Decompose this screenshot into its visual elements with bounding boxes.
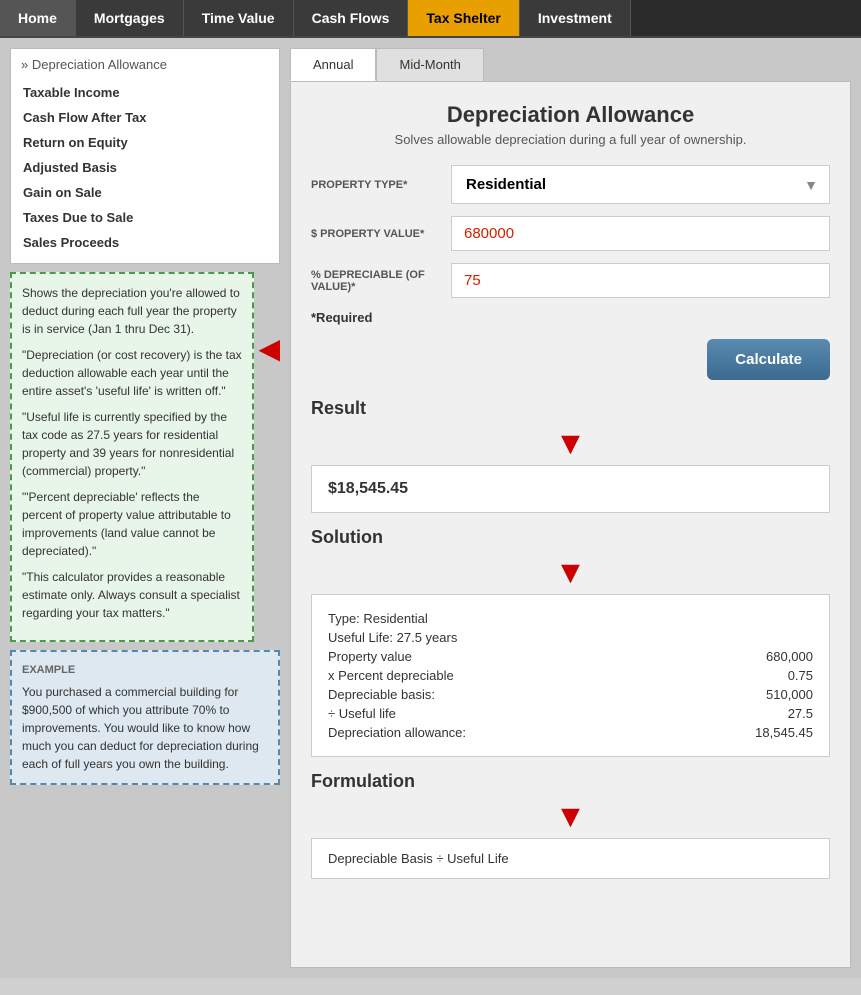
depreciable-row: % DEPRECIABLE (OF VALUE)* (311, 263, 830, 298)
example-label: EXAMPLE (22, 662, 268, 679)
info-paragraph: "'Percent depreciable' reflects the perc… (22, 488, 242, 560)
depreciable-input-wrap (451, 263, 830, 298)
solution-row: Depreciable basis:510,000 (328, 685, 813, 704)
property-value-row: $ PROPERTY VALUE* (311, 216, 830, 251)
sidebar-menu: » Depreciation Allowance Taxable IncomeC… (10, 48, 280, 264)
nav-tab-investment[interactable]: Investment (520, 0, 631, 36)
sidebar-item-adjusted-basis[interactable]: Adjusted Basis (21, 155, 269, 180)
property-type-label: PROPERTY TYPE* (311, 179, 441, 191)
calculate-button[interactable]: Calculate (707, 339, 830, 380)
formula-text: Depreciable Basis ÷ Useful Life (328, 851, 509, 866)
sidebar: » Depreciation Allowance Taxable IncomeC… (10, 48, 280, 968)
solution-row-value: 18,545.45 (733, 725, 813, 740)
solution-row-value: 0.75 (733, 668, 813, 683)
required-note: *Required (311, 310, 830, 325)
info-paragraph: "Depreciation (or cost recovery) is the … (22, 346, 242, 400)
sidebar-item-sales-proceeds[interactable]: Sales Proceeds (21, 230, 269, 255)
sidebar-menu-header: » Depreciation Allowance (21, 57, 269, 72)
solution-row-value (733, 611, 813, 626)
solution-rows: Type: Residential Useful Life: 27.5 years… (328, 609, 813, 742)
example-box: EXAMPLE You purchased a commercial build… (10, 650, 280, 785)
sidebar-item-cash-flow-after-tax[interactable]: Cash Flow After Tax (21, 105, 269, 130)
main-layout: » Depreciation Allowance Taxable IncomeC… (0, 38, 861, 978)
solution-row: Property value680,000 (328, 647, 813, 666)
solution-row-label: ÷ Useful life (328, 706, 733, 721)
property-type-select-wrapper[interactable]: Residential Commercial (451, 165, 830, 204)
tab-bar: AnnualMid-Month (290, 48, 851, 81)
nav-tab-time-value[interactable]: Time Value (184, 0, 294, 36)
example-text: You purchased a commercial building for … (22, 683, 268, 773)
sidebar-item-return-on-equity[interactable]: Return on Equity (21, 130, 269, 155)
nav-tab-tax-shelter[interactable]: Tax Shelter (408, 0, 519, 36)
property-value-input[interactable] (451, 216, 830, 251)
result-arrow-row: ▼ (311, 427, 830, 459)
property-type-select[interactable]: Residential Commercial (451, 165, 830, 204)
left-arrow-icon: ◀ (258, 332, 280, 365)
solution-row-label: Type: Residential (328, 611, 733, 626)
formula-box: Depreciable Basis ÷ Useful Life (311, 838, 830, 879)
info-paragraph: "Useful life is currently specified by t… (22, 408, 242, 480)
nav-tab-cash-flows[interactable]: Cash Flows (294, 0, 409, 36)
solution-row: Type: Residential (328, 609, 813, 628)
tab-annual[interactable]: Annual (290, 48, 376, 81)
result-arrow-icon: ▼ (555, 427, 587, 459)
solution-section-label: Solution (311, 527, 830, 548)
result-section-label: Result (311, 398, 830, 419)
solution-row-value: 27.5 (733, 706, 813, 721)
info-paragraph: Shows the depreciation you're allowed to… (22, 284, 242, 338)
result-box: $18,545.45 (311, 465, 830, 513)
property-type-input-wrap: Residential Commercial (451, 165, 830, 204)
formulation-arrow-icon: ▼ (555, 800, 587, 832)
solution-row: ÷ Useful life27.5 (328, 704, 813, 723)
solution-row: x Percent depreciable0.75 (328, 666, 813, 685)
property-value-input-wrap (451, 216, 830, 251)
tab-mid-month[interactable]: Mid-Month (376, 48, 483, 81)
property-type-row: PROPERTY TYPE* Residential Commercial (311, 165, 830, 204)
solution-arrow-icon: ▼ (555, 556, 587, 588)
solution-row-label: Property value (328, 649, 733, 664)
content-area: AnnualMid-Month Depreciation Allowance S… (290, 48, 851, 968)
info-paragraphs: Shows the depreciation you're allowed to… (22, 284, 242, 622)
formulation-arrow-row: ▼ (311, 800, 830, 832)
depreciable-input[interactable] (451, 263, 830, 298)
solution-row-label: x Percent depreciable (328, 668, 733, 683)
sidebar-menu-items: Taxable IncomeCash Flow After TaxReturn … (21, 80, 269, 255)
card-title: Depreciation Allowance (311, 102, 830, 128)
solution-row-label: Depreciable basis: (328, 687, 733, 702)
solution-row-value: 510,000 (733, 687, 813, 702)
solution-row-value: 680,000 (733, 649, 813, 664)
sidebar-item-taxes-due-to-sale[interactable]: Taxes Due to Sale (21, 205, 269, 230)
info-box: Shows the depreciation you're allowed to… (10, 272, 254, 642)
sidebar-item-taxable-income[interactable]: Taxable Income (21, 80, 269, 105)
info-paragraph: "This calculator provides a reasonable e… (22, 568, 242, 622)
solution-row-label: Depreciation allowance: (328, 725, 733, 740)
nav-tab-mortgages[interactable]: Mortgages (76, 0, 184, 36)
sidebar-item-gain-on-sale[interactable]: Gain on Sale (21, 180, 269, 205)
solution-box: Type: Residential Useful Life: 27.5 years… (311, 594, 830, 757)
result-value: $18,545.45 (328, 480, 408, 497)
solution-row-label: Useful Life: 27.5 years (328, 630, 733, 645)
solution-row-value (733, 630, 813, 645)
main-card: Depreciation Allowance Solves allowable … (290, 81, 851, 968)
solution-row: Useful Life: 27.5 years (328, 628, 813, 647)
calc-btn-row: Calculate (311, 339, 830, 380)
depreciable-label: % DEPRECIABLE (OF VALUE)* (311, 269, 441, 293)
property-value-label: $ PROPERTY VALUE* (311, 228, 441, 240)
navigation: HomeMortgagesTime ValueCash FlowsTax She… (0, 0, 861, 38)
nav-tab-home[interactable]: Home (0, 0, 76, 36)
solution-row: Depreciation allowance:18,545.45 (328, 723, 813, 742)
solution-arrow-row: ▼ (311, 556, 830, 588)
formulation-section-label: Formulation (311, 771, 830, 792)
card-subtitle: Solves allowable depreciation during a f… (311, 132, 830, 147)
